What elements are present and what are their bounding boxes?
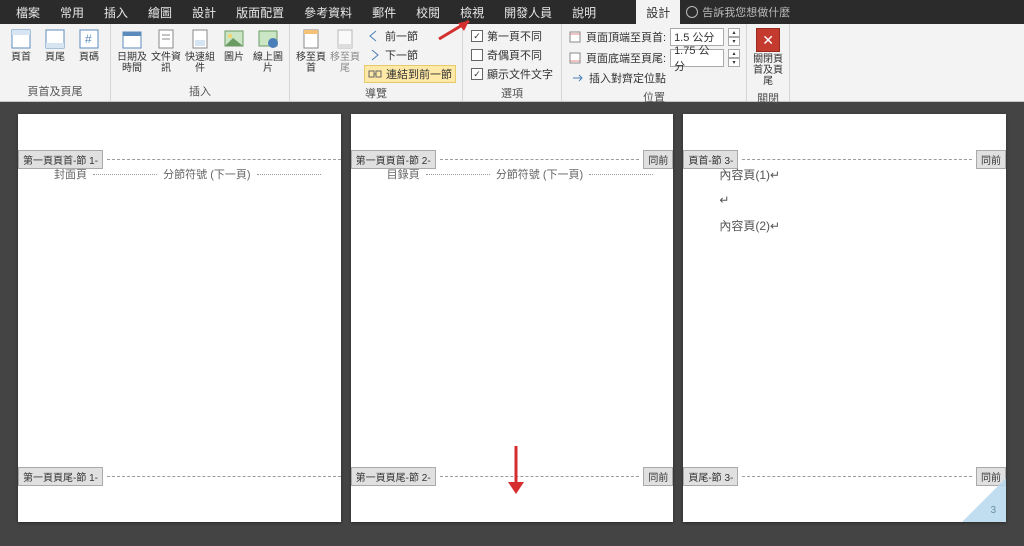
group-header-footer: 頁首 頁尾 #頁碼 頁首及頁尾 xyxy=(0,24,111,101)
page-number: 3 xyxy=(990,505,996,516)
hash-icon: # xyxy=(78,28,100,50)
header-icon xyxy=(10,28,32,50)
header-button[interactable]: 頁首 xyxy=(4,26,38,65)
tell-me[interactable]: 告訴我您想做什麼 xyxy=(686,4,790,20)
menu-tab-help[interactable]: 說明 xyxy=(562,0,606,25)
header-top-stepper[interactable]: ▴▾ xyxy=(728,28,740,46)
checkbox-icon xyxy=(471,49,483,61)
bulb-icon xyxy=(686,6,698,18)
menu-tab-developer[interactable]: 開發人員 xyxy=(494,0,562,25)
page-curl-icon xyxy=(962,478,1006,522)
group-navigation: 移至頁首 移至頁尾 前一節 下一節 連結到前一節 導覽 xyxy=(290,24,463,101)
calendar-icon xyxy=(121,28,143,50)
menu-tab-file[interactable]: 檔案 xyxy=(6,0,50,25)
document-area: 第一頁頁首-節 1- 封面頁分節符號 (下一頁) 第一頁頁尾-節 1- 第一頁頁… xyxy=(0,102,1024,534)
footer-icon xyxy=(44,28,66,50)
footer-band: 第一頁頁尾-節 1- xyxy=(18,467,341,486)
picture-icon xyxy=(223,28,245,50)
ribbon: 頁首 頁尾 #頁碼 頁首及頁尾 日期及時間 文件資訊 快速組件 圖片 線上圖片 … xyxy=(0,24,1024,102)
footer-bottom-stepper[interactable]: ▴▾ xyxy=(728,49,740,67)
menu-tab-mailings[interactable]: 郵件 xyxy=(362,0,406,25)
online-picture-icon xyxy=(257,28,279,50)
document-icon xyxy=(155,28,177,50)
group-close: ✕關閉頁首及頁尾 關閉 xyxy=(747,24,790,101)
link-icon xyxy=(368,67,382,81)
menu-tab-home[interactable]: 常用 xyxy=(50,0,94,25)
menu-bar: 檔案 常用 插入 繪圖 設計 版面配置 參考資料 郵件 校閱 檢視 開發人員 說… xyxy=(0,0,1024,24)
onlinepictures-button[interactable]: 線上圖片 xyxy=(251,26,285,76)
close-icon: ✕ xyxy=(756,28,780,52)
pagenumber-button[interactable]: #頁碼 xyxy=(72,26,106,65)
next-icon xyxy=(367,48,381,62)
menu-tab-references[interactable]: 參考資料 xyxy=(294,0,362,25)
show-document-text-checkbox[interactable]: ✓顯示文件文字 xyxy=(469,65,555,83)
page-1[interactable]: 第一頁頁首-節 1- 封面頁分節符號 (下一頁) 第一頁頁尾-節 1- xyxy=(18,114,341,522)
menu-tab-review[interactable]: 校閱 xyxy=(406,0,450,25)
footer-tag: 第一頁頁尾-節 1- xyxy=(18,467,103,486)
docinfo-button[interactable]: 文件資訊 xyxy=(149,26,183,76)
menu-tab-draw[interactable]: 繪圖 xyxy=(138,0,182,25)
page-3[interactable]: 頁首-節 3-同前 內容頁(1)↵ ↵ 內容頁(2)↵ 頁尾-節 3-同前 3 xyxy=(683,114,1006,522)
link-previous-button[interactable]: 連結到前一節 xyxy=(364,65,456,83)
pictures-button[interactable]: 圖片 xyxy=(217,26,251,65)
first-page-different-checkbox[interactable]: ✓第一頁不同 xyxy=(469,27,555,45)
footer-band: 第一頁頁尾-節 2- 同前 xyxy=(351,467,674,486)
svg-text:#: # xyxy=(85,32,92,46)
datetime-button[interactable]: 日期及時間 xyxy=(115,26,149,76)
prev-section-button[interactable]: 前一節 xyxy=(364,27,456,45)
gotofooter-button[interactable]: 移至頁尾 xyxy=(328,26,362,76)
group-position: 頁面頂端至頁首:1.5 公分▴▾ 頁面底端至頁尾:1.75 公分▴▾ 插入對齊定… xyxy=(562,24,747,101)
margin-bottom-icon xyxy=(568,51,582,65)
group-options: ✓第一頁不同 奇偶頁不同 ✓顯示文件文字 選項 xyxy=(463,24,562,101)
page-content: 內容頁(1)↵ ↵ 內容頁(2)↵ xyxy=(719,166,986,244)
footer-tag: 頁尾-節 3- xyxy=(683,467,738,486)
menu-tab-layout[interactable]: 版面配置 xyxy=(226,0,294,25)
page-2[interactable]: 第一頁頁首-節 2-同前 目錄頁分節符號 (下一頁) 第一頁頁尾-節 2-同前 xyxy=(351,114,674,522)
next-section-button[interactable]: 下一節 xyxy=(364,46,456,64)
margin-top-icon xyxy=(568,30,582,44)
group-insert: 日期及時間 文件資訊 快速組件 圖片 線上圖片 插入 xyxy=(111,24,290,101)
checkbox-checked-icon: ✓ xyxy=(471,68,483,80)
checkbox-checked-icon: ✓ xyxy=(471,30,483,42)
gotoheader-button[interactable]: 移至頁首 xyxy=(294,26,328,76)
same-as-previous-tag: 同前 xyxy=(643,467,673,486)
close-header-footer-button[interactable]: ✕關閉頁首及頁尾 xyxy=(751,26,785,89)
footer-from-bottom-input[interactable]: 1.75 公分 xyxy=(670,49,724,67)
menu-tab-design[interactable]: 設計 xyxy=(182,0,226,25)
quickparts-button[interactable]: 快速組件 xyxy=(183,26,217,76)
prev-icon xyxy=(367,29,381,43)
odd-even-different-checkbox[interactable]: 奇偶頁不同 xyxy=(469,46,555,64)
menu-tab-view[interactable]: 檢視 xyxy=(450,0,494,25)
page-content: 封面頁分節符號 (下一頁) xyxy=(54,166,321,182)
insert-tab-button[interactable]: 插入對齊定位點 xyxy=(568,69,740,87)
tab-icon xyxy=(571,71,585,85)
goto-header-icon xyxy=(300,28,322,50)
quickparts-icon xyxy=(189,28,211,50)
footer-band: 頁尾-節 3-同前 xyxy=(683,467,1006,486)
page-content: 目錄頁分節符號 (下一頁) xyxy=(387,166,654,182)
menu-tab-insert[interactable]: 插入 xyxy=(94,0,138,25)
footer-tag: 第一頁頁尾-節 2- xyxy=(351,467,436,486)
menu-tab-headerfooter-design[interactable]: 設計 xyxy=(636,0,680,25)
footer-button[interactable]: 頁尾 xyxy=(38,26,72,65)
goto-footer-icon xyxy=(334,28,356,50)
